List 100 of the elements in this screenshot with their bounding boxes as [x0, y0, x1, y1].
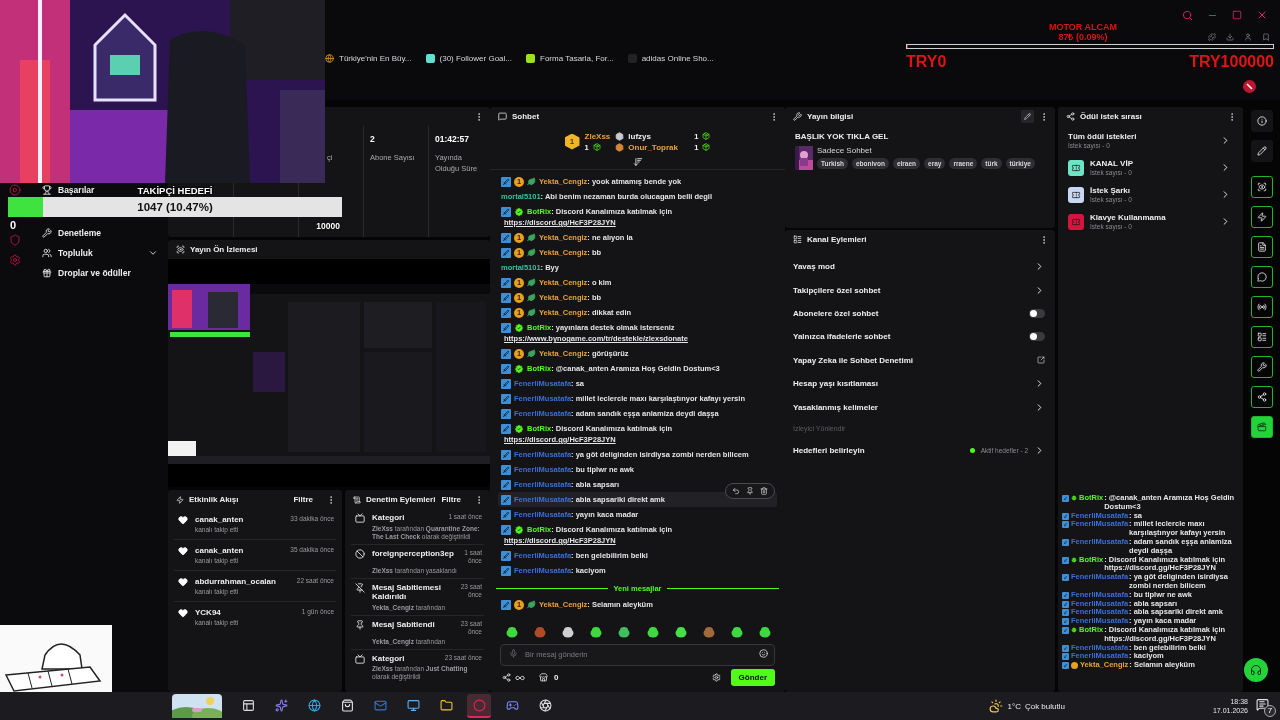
emote-icon[interactable]	[759, 626, 771, 638]
emote-icon[interactable]	[674, 626, 687, 638]
scan-icon	[176, 245, 185, 254]
emote-icon[interactable]	[590, 626, 603, 638]
delete-button[interactable]	[758, 486, 770, 496]
nodes-icon	[1256, 392, 1267, 402]
puzzle-icon[interactable]	[1208, 33, 1216, 41]
leaf-icon	[527, 293, 536, 302]
bookmark-icon[interactable]	[1262, 33, 1270, 41]
broadcast-button[interactable]	[1250, 296, 1273, 318]
scroll-down-icon[interactable]	[632, 157, 643, 167]
donation-max: TRY100000	[1189, 53, 1274, 71]
pin-button[interactable]	[744, 486, 756, 496]
follower-name: abdurrahman_ocalan	[195, 577, 277, 586]
wrench-button[interactable]	[1250, 356, 1273, 378]
store-icon[interactable]	[539, 673, 548, 682]
follower-name: canak_anten	[195, 546, 245, 555]
filter-link[interactable]: Filtre	[293, 495, 313, 504]
slash-icon[interactable]	[1243, 79, 1256, 93]
search-icon[interactable]	[1182, 9, 1193, 21]
clapperboard-button[interactable]	[1250, 416, 1273, 438]
category-name[interactable]: Sadece Sohbet	[817, 146, 1035, 155]
emote-icon[interactable]	[506, 626, 518, 638]
sword-icon	[501, 494, 511, 505]
pencil-button[interactable]	[1250, 140, 1273, 162]
heart-icon	[178, 608, 188, 618]
info-button[interactable]	[1250, 110, 1273, 132]
undo-button[interactable]	[730, 486, 742, 496]
nav-item[interactable]: Droplar ve ödüller	[30, 263, 141, 283]
leader-name[interactable]: ZleXss	[584, 131, 611, 141]
bookmark-link[interactable]: Türkiye'nin En Büy...	[325, 53, 412, 63]
donation-min: TRY0	[906, 53, 947, 71]
verified-icon	[514, 423, 524, 434]
follower-name: YCK94	[195, 608, 222, 617]
nodes-icon[interactable]	[502, 673, 511, 682]
leaf-icon	[527, 248, 536, 257]
panel-title: Ödül istek sırası	[1080, 112, 1143, 121]
sword-icon	[501, 322, 511, 333]
action-row[interactable]: Yavaş mod	[785, 255, 1055, 279]
note-button[interactable]	[1250, 236, 1273, 258]
verified-icon	[514, 206, 524, 217]
emote-icon[interactable]	[730, 626, 743, 638]
action-row[interactable]: Takipçilere özel sohbet	[785, 278, 1055, 302]
emote-icon[interactable]	[646, 626, 659, 638]
toggle-switch[interactable]	[1029, 332, 1045, 342]
emote-icon[interactable]	[618, 626, 631, 638]
bookmark-link[interactable]: (30) Follower Goal...	[425, 53, 512, 63]
action-row[interactable]: Hesap yaşı kısıtlaması	[785, 371, 1055, 396]
sword-icon	[1062, 495, 1069, 502]
status-dot	[969, 447, 975, 453]
setting-label: Yalnızca ifadelerle sohbet	[793, 332, 892, 342]
action-title: foreignperception3ep	[372, 548, 454, 560]
profile-icon[interactable]	[1244, 33, 1252, 41]
download-icon[interactable]	[1226, 33, 1234, 41]
emote-icon[interactable]	[562, 626, 575, 638]
notifications-button[interactable]: 7	[1254, 695, 1276, 717]
bookmark-link[interactable]: Forma Tasarla, For...	[526, 53, 614, 63]
edit-button[interactable]	[1021, 110, 1034, 123]
ring-app[interactable]	[467, 694, 491, 718]
verified-icon	[1071, 495, 1077, 501]
emoji-icon[interactable]	[759, 649, 768, 658]
reward-name[interactable]: Klavye Kullanmama	[1090, 213, 1214, 222]
chat-button[interactable]	[1250, 266, 1273, 288]
bookmark-link[interactable]: adidas Online Sho...	[627, 53, 714, 63]
sword-icon	[501, 408, 511, 419]
leader-name[interactable]: Onur_Toprak	[628, 142, 691, 152]
goal-max: 10000	[316, 221, 340, 231]
sword-icon	[501, 464, 511, 475]
nodes-button[interactable]	[1250, 386, 1273, 408]
reward-name[interactable]: İstek Şarkı	[1090, 186, 1214, 195]
maximize-icon[interactable]	[1232, 10, 1242, 20]
hexagon-icon	[615, 142, 625, 152]
pin-off-icon	[355, 582, 365, 593]
action-row[interactable]: Yapay Zeka ile Sohbet Denetimi	[785, 348, 1055, 372]
send-button[interactable]: Gönder	[730, 669, 775, 686]
action-title: Mesaj Sabitlemesi Kaldırıldı	[372, 582, 442, 602]
close-icon[interactable]	[1256, 9, 1268, 21]
leader-name[interactable]: lufzys	[628, 131, 691, 141]
stream-title: BAŞLIK YOK TIKLA GEL	[795, 132, 890, 141]
toggle-switch[interactable]	[1029, 308, 1045, 318]
panel-title: Yayın Ön İzlemesi	[190, 245, 259, 254]
nav-item[interactable]: Başarılar	[30, 183, 105, 197]
headphones-icon	[1250, 664, 1262, 676]
scan-button[interactable]	[1250, 176, 1273, 198]
goal-value: 1047 (10.47%)	[137, 201, 213, 213]
verified-icon	[514, 363, 524, 374]
reward-name[interactable]: KANAL VİP	[1090, 159, 1214, 168]
gift-icon	[42, 268, 52, 278]
sword-icon	[501, 423, 511, 434]
layout-button[interactable]	[1250, 326, 1273, 348]
filter-link[interactable]: Filtre	[441, 495, 461, 504]
action-title: Mesaj Sabitlendi	[372, 619, 435, 631]
lightning-button[interactable]	[1250, 206, 1273, 228]
nav-item[interactable]: Topluluk	[30, 243, 168, 263]
action-row[interactable]: Yasaklanmış kelimeler	[785, 395, 1055, 419]
nav-item[interactable]: Denetleme	[30, 223, 111, 243]
headset-button[interactable]	[1244, 658, 1268, 682]
sword-icon	[501, 449, 511, 460]
wrench-icon	[793, 112, 802, 121]
task-view-icon	[241, 698, 255, 712]
